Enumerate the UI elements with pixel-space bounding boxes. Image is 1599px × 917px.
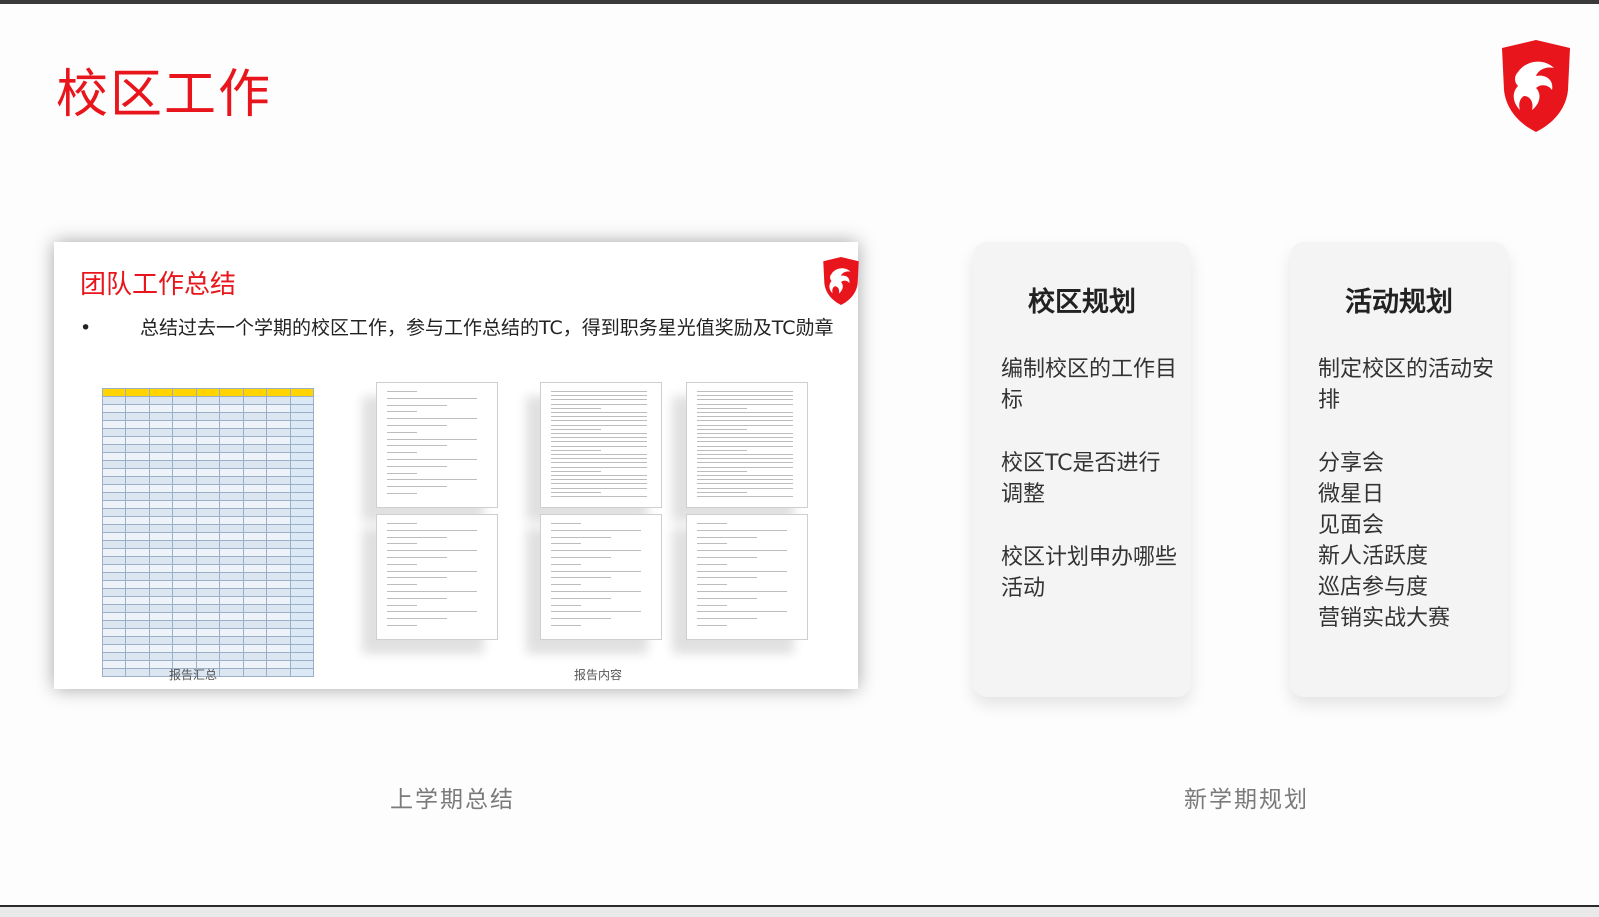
- caption-report-content: 报告内容: [574, 668, 623, 682]
- msi-dragon-shield-small-icon: [823, 257, 859, 305]
- card-item: 分享会: [1318, 451, 1385, 476]
- card-title: 活动规划: [1345, 287, 1453, 318]
- slide-bullet: • 总结过去一个学期的校区工作，参与工作总结的TC，得到职务星光值奖励及TC勋章: [80, 316, 840, 341]
- top-frame-line: [0, 0, 1599, 4]
- document-page-thumbnail: [686, 382, 808, 508]
- caption-report-summary: 报告汇总: [169, 668, 218, 682]
- document-page-thumbnail: [686, 514, 808, 640]
- card-item: 新人活跃度: [1318, 544, 1429, 569]
- slide-bullet-text: 总结过去一个学期的校区工作，参与工作总结的TC，得到职务星光值奖励及TC勋章: [140, 317, 834, 339]
- card-item: 制定校区的活动安排: [1318, 357, 1495, 413]
- document-page-thumbnail: [540, 382, 662, 508]
- card-item: 见面会: [1318, 513, 1385, 538]
- report-summary-spreadsheet: [101, 388, 314, 677]
- slide-title: 团队工作总结: [80, 270, 237, 300]
- bullet-dot: •: [80, 317, 92, 339]
- card-item: 校区计划申办哪些活动: [1001, 545, 1178, 601]
- document-page-thumbnail: [376, 382, 498, 508]
- right-section-label: 新学期规划: [1184, 787, 1309, 813]
- bottom-frame-line: [0, 905, 1599, 917]
- campus-planning-card: 校区规划 编制校区的工作目标 校区TC是否进行调整 校区计划申办哪些活动: [973, 242, 1191, 697]
- card-item: 营销实战大赛: [1318, 606, 1451, 631]
- document-page-thumbnail: [376, 514, 498, 640]
- card-item: 编制校区的工作目标: [1001, 357, 1178, 413]
- card-item: 微星日: [1318, 482, 1385, 507]
- team-summary-slide: 团队工作总结 • 总结过去一个学期的校区工作，参与工作总结的TC，得到职务星光值…: [54, 242, 858, 689]
- card-title: 校区规划: [1028, 287, 1136, 318]
- activity-planning-card: 活动规划 制定校区的活动安排 分享会 微星日 见面会 新人活跃度 巡店参与度 营…: [1290, 242, 1508, 697]
- msi-dragon-shield-icon: [1502, 40, 1570, 132]
- left-section-label: 上学期总结: [390, 787, 515, 813]
- page-title: 校区工作: [56, 65, 273, 125]
- card-item: 巡店参与度: [1318, 575, 1429, 600]
- document-page-thumbnail: [540, 514, 662, 640]
- card-item: 校区TC是否进行调整: [1001, 451, 1161, 507]
